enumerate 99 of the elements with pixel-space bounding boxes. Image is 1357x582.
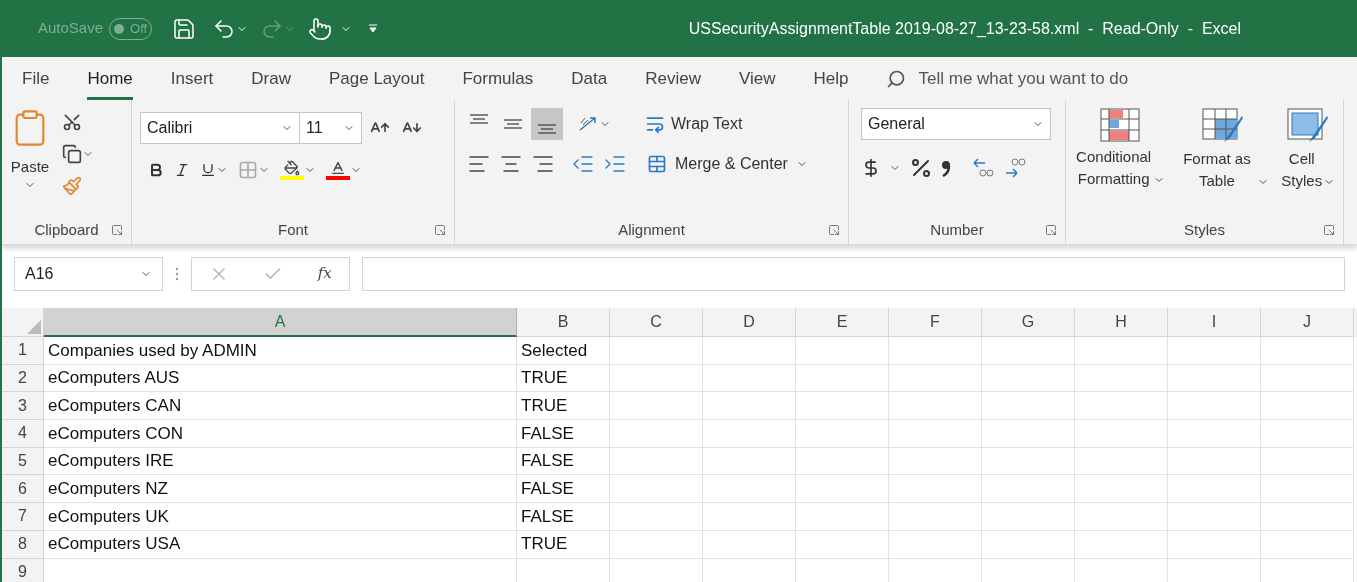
increase-decimal-icon[interactable] (1003, 157, 1027, 179)
customize-icon[interactable] (368, 22, 379, 35)
align-icon (504, 119, 522, 129)
wrap-text-icon[interactable] (645, 114, 665, 134)
font-size-field[interactable]: 11 (300, 112, 362, 144)
fill-color-icon[interactable] (282, 160, 302, 176)
number-format-field[interactable]: General (861, 108, 1051, 140)
ribbon-tab[interactable]: View (738, 57, 776, 100)
table-cell: eComputers USA (44, 530, 517, 559)
table-brush-icon (1201, 108, 1244, 144)
table-cell: eComputers UK (44, 503, 517, 531)
group-label: Font (278, 219, 308, 240)
column-header[interactable]: C (610, 308, 703, 337)
ribbon-tab[interactable]: Page Layout (328, 57, 425, 100)
column-header[interactable]: J (1261, 308, 1354, 337)
column-header[interactable]: B (517, 308, 610, 337)
ribbon-tab[interactable]: Data (571, 57, 608, 100)
table-cell: FALSE (517, 447, 610, 476)
row-header[interactable]: 8 (2, 530, 44, 559)
color-swatch (280, 176, 304, 180)
row-header[interactable]: 4 (2, 420, 44, 448)
dialog-launcher-icon[interactable] (1045, 224, 1057, 236)
style-gallery-button[interactable]: Conditional Formatting (1074, 146, 1154, 190)
table-cell: eComputers NZ (44, 475, 517, 504)
group-label: Styles (1184, 219, 1225, 240)
autosave-label: AutoSave (38, 18, 104, 39)
borders-icon[interactable] (238, 160, 258, 180)
decrease-decimal-icon[interactable] (971, 157, 995, 179)
style-gallery-button[interactable]: Format as Table (1177, 148, 1257, 192)
orientation-icon[interactable] (577, 114, 599, 134)
ribbon-tab[interactable]: Draw (251, 57, 291, 100)
cell-brush-icon (1286, 108, 1329, 144)
search-field[interactable]: Tell me what you want to do (918, 65, 1129, 92)
group-label: Clipboard (34, 219, 99, 240)
name-box[interactable]: A16 (14, 256, 163, 291)
wrap-text-button[interactable]: Wrap Text (671, 112, 743, 136)
color-swatch (326, 176, 350, 180)
ribbon-tab[interactable]: Insert (170, 57, 214, 100)
table-cell: Selected (517, 337, 610, 365)
bold-icon[interactable] (148, 162, 164, 178)
table-cell: eComputers AUS (44, 364, 517, 393)
conditional-formatting-icon (1099, 108, 1140, 142)
touch-icon[interactable] (308, 16, 333, 41)
ribbon-tab[interactable]: File (22, 57, 50, 100)
table-cell: eComputers CON (44, 420, 517, 448)
column-header[interactable]: D (703, 308, 796, 337)
column-header[interactable]: G (982, 308, 1075, 337)
row-header[interactable]: 7 (2, 503, 44, 531)
dialog-launcher-icon[interactable] (111, 224, 123, 236)
table-cell: eComputers IRE (44, 447, 517, 476)
table-cell: FALSE (517, 420, 610, 448)
column-header[interactable]: H (1075, 308, 1168, 337)
ribbon-tab[interactable]: Formulas (462, 57, 534, 100)
style-gallery-button[interactable]: Cell Styles (1280, 148, 1323, 192)
align-icon (538, 124, 556, 134)
row-header[interactable]: 3 (2, 392, 44, 421)
table-cell: TRUE (517, 392, 610, 421)
column-header[interactable]: A (44, 308, 517, 337)
paste-button[interactable]: Paste (10, 156, 50, 179)
group-label: Alignment (618, 219, 685, 240)
table-cell: TRUE (517, 364, 610, 393)
save-icon[interactable] (172, 16, 197, 41)
ribbon-tab[interactable]: Help (813, 57, 849, 100)
italic-icon[interactable] (174, 162, 190, 178)
table-cell: eComputers CAN (44, 392, 517, 421)
dialog-launcher-icon[interactable] (434, 224, 446, 236)
dialog-launcher-icon[interactable] (1323, 224, 1335, 236)
column-header[interactable]: E (796, 308, 889, 337)
font-name-field[interactable]: Calibri (140, 112, 300, 144)
column-header[interactable]: F (889, 308, 982, 337)
vertical-align-button[interactable] (531, 108, 563, 140)
table-cell: FALSE (517, 503, 610, 531)
table-cell: FALSE (517, 475, 610, 504)
formula-field[interactable] (362, 256, 1345, 291)
row-header[interactable]: 5 (2, 447, 44, 476)
percent-icon[interactable] (909, 156, 933, 180)
ribbon-tab[interactable]: Review (645, 57, 701, 100)
cut-icon[interactable] (62, 112, 82, 132)
row-header[interactable]: 2 (2, 364, 44, 393)
table-cell: TRUE (517, 530, 610, 559)
row-header[interactable]: 9 (2, 558, 44, 582)
underline-icon[interactable] (200, 162, 216, 178)
align-icon (470, 114, 488, 124)
insert-function-button[interactable]: fx (317, 262, 332, 285)
dialog-launcher-icon[interactable] (828, 224, 840, 236)
row-header[interactable]: 1 (2, 337, 44, 365)
group-label: Number (930, 219, 984, 240)
row-header[interactable]: 6 (2, 475, 44, 504)
copy-icon[interactable] (62, 144, 82, 164)
window-title: USSecurityAssignmentTable 2019-08-27_13-23-58.xml - Read-Only - Excel (688, 18, 1241, 39)
search-icon[interactable] (886, 68, 907, 89)
comma-style-icon[interactable] (941, 159, 951, 177)
table-cell: Companies used by ADMIN (44, 337, 517, 365)
corner-triangle-icon (27, 320, 41, 334)
separator-handle-icon (175, 265, 179, 282)
format-painter-icon[interactable] (62, 176, 82, 196)
merge-cells-icon[interactable] (647, 154, 667, 174)
merge-center-button[interactable]: Merge & Center (675, 152, 788, 176)
column-header[interactable]: I (1168, 308, 1261, 337)
